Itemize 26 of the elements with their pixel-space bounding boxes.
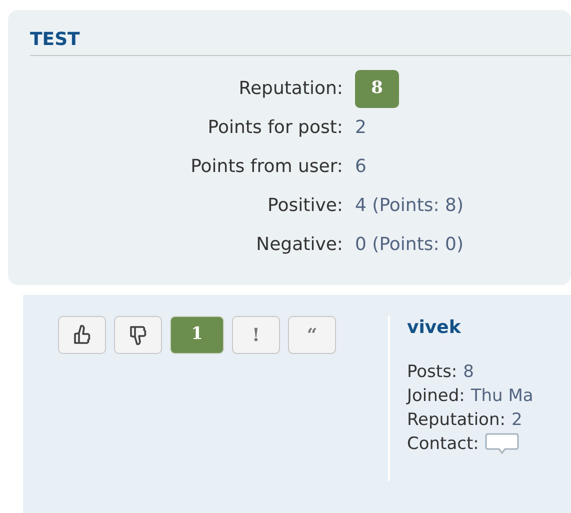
vote-count-button[interactable]: 1 bbox=[170, 316, 224, 354]
profile-label: Reputation: bbox=[407, 409, 506, 432]
author-name[interactable]: vivek bbox=[407, 316, 534, 340]
profile-label: Contact: bbox=[407, 433, 479, 456]
thumbs-up-icon bbox=[72, 324, 92, 346]
field-label: Reputation: bbox=[238, 77, 344, 101]
field-label: Points for post: bbox=[206, 116, 344, 140]
profile-value: Thu Ma bbox=[470, 385, 534, 408]
field-label: Points from user: bbox=[190, 155, 344, 179]
report-button[interactable]: ! bbox=[232, 316, 280, 354]
field-value: 6 bbox=[355, 155, 366, 179]
profile-label: Joined: bbox=[407, 385, 465, 408]
dislike-button[interactable] bbox=[114, 316, 162, 354]
reputation-badge: 8 bbox=[355, 70, 399, 108]
profile-value: 8 bbox=[463, 361, 474, 384]
quote-button[interactable]: “ bbox=[288, 316, 336, 354]
field-value: 4 (Points: 8) bbox=[355, 194, 464, 218]
profile-value: 2 bbox=[511, 409, 522, 432]
field-value: 0 (Points: 0) bbox=[355, 233, 464, 257]
like-button[interactable] bbox=[58, 316, 106, 354]
thumbs-down-icon bbox=[128, 324, 148, 346]
field-label: Positive: bbox=[266, 194, 344, 218]
field-value: 2 bbox=[355, 116, 366, 140]
profile-label: Posts: bbox=[407, 361, 458, 384]
field-label: Negative: bbox=[255, 233, 344, 257]
panel-title: TEST bbox=[30, 28, 571, 56]
